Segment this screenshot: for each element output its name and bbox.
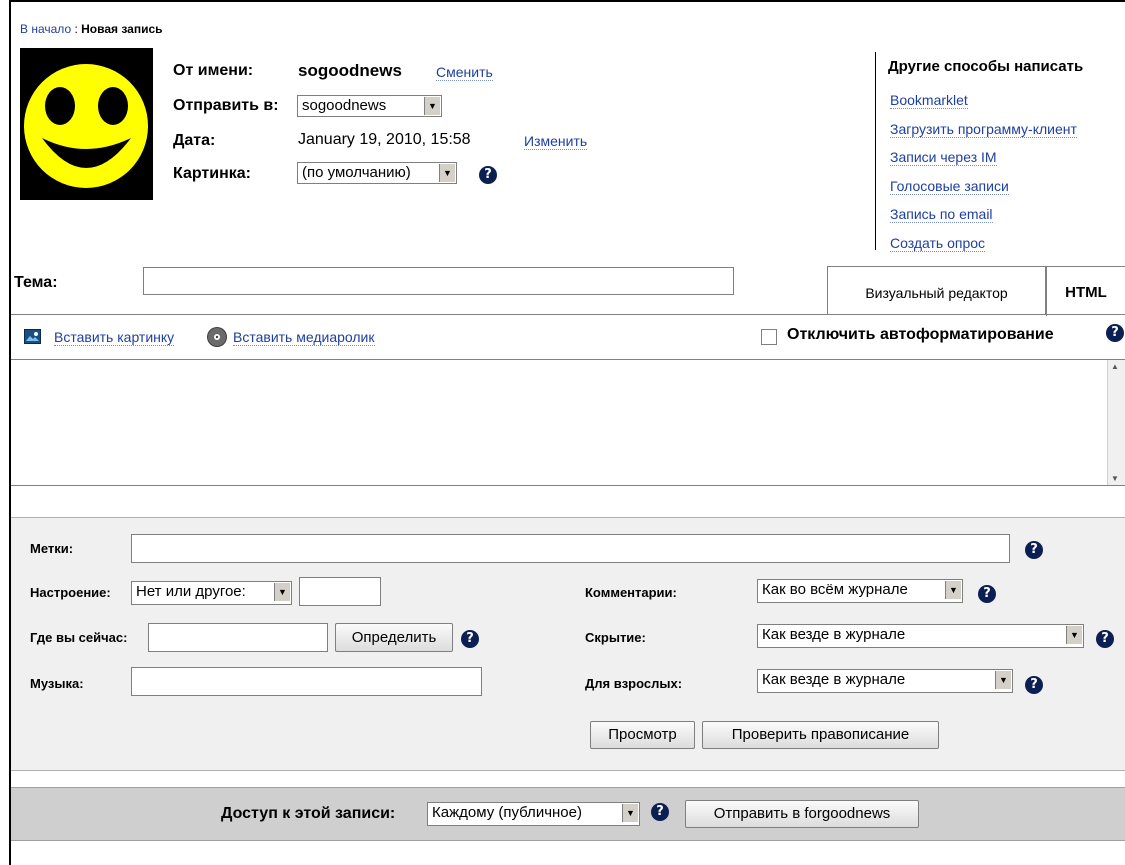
- download-client-link[interactable]: Загрузить программу-клиент: [890, 120, 1077, 138]
- access-value: Каждому (публичное): [432, 804, 582, 821]
- change-date-link[interactable]: Изменить: [524, 133, 588, 150]
- adult-content-value: Как везде в журнале: [762, 671, 906, 688]
- help-icon[interactable]: ?: [1025, 541, 1043, 559]
- comments-select[interactable]: Как во всём журнале ▼: [757, 579, 963, 603]
- tab-visual-editor[interactable]: Визуальный редактор: [827, 266, 1046, 314]
- tags-label: Метки:: [30, 541, 74, 556]
- tags-input[interactable]: [131, 534, 1010, 563]
- location-label: Где вы сейчас:: [30, 630, 128, 645]
- music-input[interactable]: [131, 667, 482, 696]
- author-name: sogoodnews: [298, 61, 402, 80]
- disable-autoformat-checkbox[interactable]: [761, 329, 777, 345]
- date-value: January 19, 2010, 15:58: [298, 131, 471, 148]
- help-icon[interactable]: ?: [978, 585, 996, 603]
- help-icon[interactable]: ?: [1096, 630, 1114, 648]
- mood-value: Нет или другое:: [136, 583, 246, 600]
- adult-content-label: Для взрослых:: [585, 676, 683, 691]
- chevron-down-icon: ▼: [622, 804, 638, 822]
- post-body-textarea[interactable]: [11, 359, 1125, 486]
- other-ways-divider: [875, 52, 876, 250]
- mood-label: Настроение:: [30, 585, 111, 600]
- insert-image-link[interactable]: Вставить картинку: [54, 329, 175, 346]
- scroll-up-icon[interactable]: ▲: [1111, 362, 1119, 371]
- picture-value: (по умолчанию): [302, 164, 411, 181]
- smiley-icon: [24, 64, 148, 188]
- breadcrumb-current: Новая запись: [81, 22, 163, 36]
- breadcrumb: В начало : Новая запись: [20, 22, 163, 36]
- chevron-down-icon: ▼: [995, 671, 1011, 689]
- create-poll-link[interactable]: Создать опрос: [890, 234, 986, 252]
- picture-label: Картинка:: [173, 165, 251, 182]
- image-icon: [24, 329, 41, 344]
- send-to-label: Отправить в:: [173, 97, 279, 114]
- adult-content-select[interactable]: Как везде в журнале ▼: [757, 669, 1013, 693]
- chevron-down-icon: ▼: [945, 581, 961, 599]
- screening-label: Скрытие:: [585, 630, 646, 645]
- breadcrumb-separator: :: [71, 22, 82, 36]
- help-icon[interactable]: ?: [461, 630, 479, 648]
- userpic: [20, 48, 153, 200]
- chevron-down-icon: ▼: [1066, 626, 1082, 644]
- send-to-value: sogoodnews: [302, 97, 387, 114]
- subject-label: Тема:: [14, 274, 58, 291]
- change-author-link[interactable]: Сменить: [436, 64, 493, 81]
- other-ways-title: Другие способы написать: [888, 58, 1084, 75]
- date-label: Дата:: [173, 132, 216, 149]
- detect-location-button[interactable]: Определить: [335, 623, 453, 652]
- send-to-select[interactable]: sogoodnews ▼: [297, 95, 442, 117]
- disable-autoformat-label: Отключить автоформатирование: [787, 326, 1054, 343]
- insert-media-link[interactable]: Вставить медиаролик: [233, 329, 375, 346]
- editor-top-border: [11, 314, 1125, 315]
- media-disc-icon: [206, 326, 228, 348]
- comments-value: Как во всём журнале: [762, 581, 908, 598]
- im-posts-link[interactable]: Записи через IM: [890, 149, 997, 166]
- help-icon[interactable]: ?: [1106, 324, 1124, 342]
- screening-value: Как везде в журнале: [762, 626, 906, 643]
- other-ways-list: Bookmarklet Загрузить программу-клиент З…: [890, 86, 1077, 257]
- email-post-link[interactable]: Запись по email: [890, 206, 993, 223]
- access-select[interactable]: Каждому (публичное) ▼: [427, 802, 640, 826]
- picture-select[interactable]: (по умолчанию) ▼: [297, 162, 457, 184]
- frame-top-border: [9, 0, 1125, 2]
- mood-select[interactable]: Нет или другое: ▼: [131, 581, 292, 605]
- chevron-down-icon: ▼: [439, 164, 455, 182]
- chevron-down-icon: ▼: [274, 583, 290, 601]
- help-icon[interactable]: ?: [651, 803, 669, 821]
- help-icon[interactable]: ?: [479, 166, 497, 184]
- breadcrumb-home-link[interactable]: В начало: [20, 22, 71, 36]
- bookmarklet-link[interactable]: Bookmarklet: [890, 92, 968, 109]
- spellcheck-button[interactable]: Проверить правописание: [702, 721, 939, 749]
- submit-post-button[interactable]: Отправить в forgoodnews: [685, 800, 919, 828]
- music-label: Музыка:: [30, 676, 84, 691]
- comments-label: Комментарии:: [585, 585, 677, 600]
- access-label: Доступ к этой записи:: [221, 805, 396, 822]
- chevron-down-icon: ▼: [424, 97, 440, 115]
- location-input[interactable]: [148, 623, 328, 652]
- scroll-down-icon[interactable]: ▼: [1111, 474, 1119, 483]
- mood-custom-input[interactable]: [299, 577, 381, 606]
- preview-button[interactable]: Просмотр: [590, 721, 695, 749]
- voice-posts-link[interactable]: Голосовые записи: [890, 177, 1009, 195]
- screening-select[interactable]: Как везде в журнале ▼: [757, 624, 1084, 648]
- author-label: От имени:: [173, 62, 254, 79]
- scrollbar[interactable]: ▲ ▼: [1107, 360, 1125, 485]
- help-icon[interactable]: ?: [1025, 676, 1043, 694]
- subject-input[interactable]: [143, 267, 734, 295]
- tab-html[interactable]: HTML: [1046, 266, 1125, 316]
